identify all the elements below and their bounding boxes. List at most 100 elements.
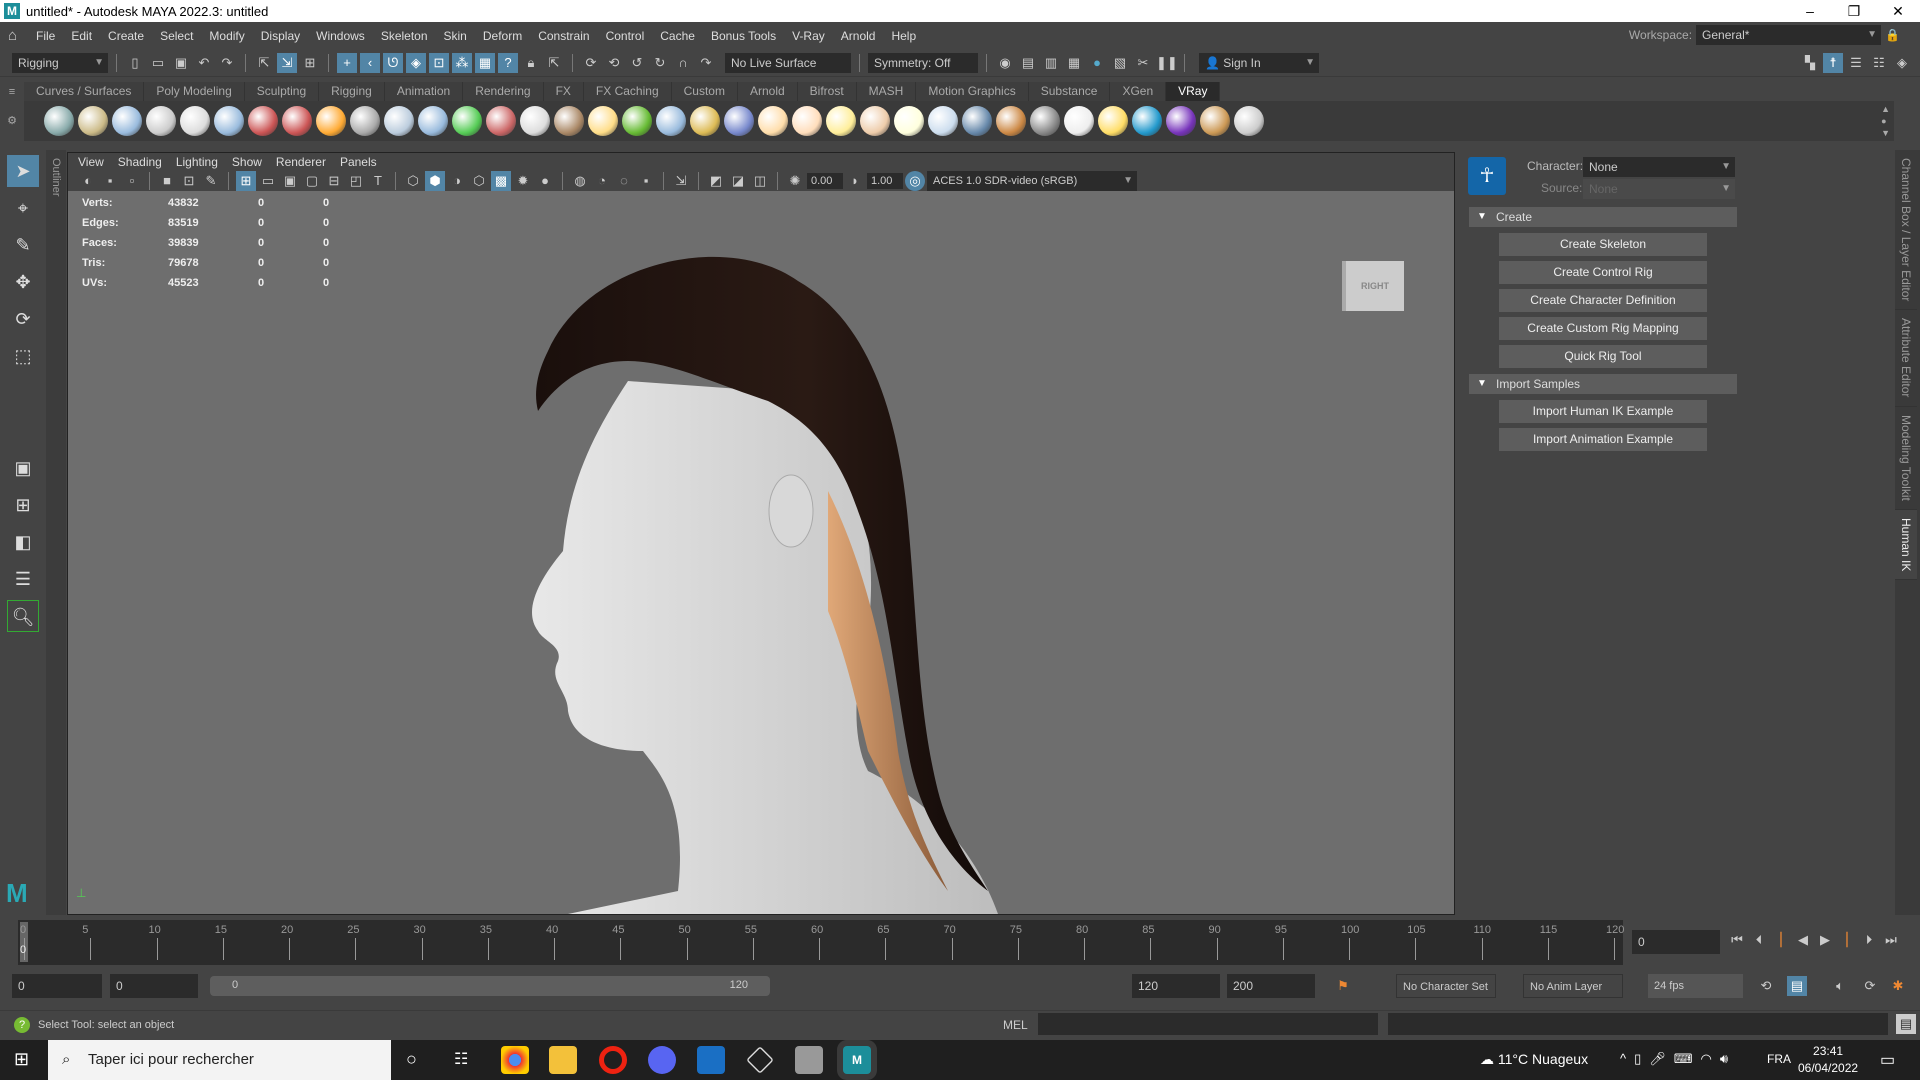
menu-constrain[interactable]: Constrain: [530, 29, 597, 43]
xray-active-icon[interactable]: ◫: [750, 171, 770, 191]
shelf-tool-icon[interactable]: [418, 106, 448, 136]
animation-end-field[interactable]: 200: [1227, 974, 1315, 998]
menu-bonus-tools[interactable]: Bonus Tools: [703, 29, 784, 43]
panel-menu-panels[interactable]: Panels: [340, 155, 377, 169]
select-object-icon[interactable]: ⇲: [277, 52, 297, 73]
shelf-tool-icon[interactable]: [452, 106, 482, 136]
menu-windows[interactable]: Windows: [308, 29, 373, 43]
field-chart-icon[interactable]: ⊟: [324, 171, 344, 191]
wireframe-on-shaded-icon[interactable]: ⬡: [469, 171, 489, 191]
windows-start-icon[interactable]: ⊞: [14, 1049, 29, 1070]
construction-history-icon[interactable]: ↻: [650, 53, 670, 73]
render-setup-icon[interactable]: ▧: [1110, 53, 1130, 73]
single-perspective-layout-icon[interactable]: ▣: [7, 452, 39, 484]
close-button[interactable]: ✕: [1876, 0, 1920, 22]
panel-menu-view[interactable]: View: [78, 155, 104, 169]
exposure-icon[interactable]: ✺: [785, 171, 805, 191]
wireframe-icon[interactable]: ⬡: [403, 171, 423, 191]
scale-tool-icon[interactable]: ⬚: [7, 340, 39, 372]
minimize-button[interactable]: –: [1788, 0, 1832, 22]
chrome-icon[interactable]: [501, 1046, 529, 1074]
system-tray-icons[interactable]: ^▯🎤︎⌨◠🔊︎: [1620, 1051, 1736, 1067]
open-scene-icon[interactable]: ▭: [148, 53, 168, 73]
help-snap-icon[interactable]: ?: [498, 52, 518, 73]
menu-cache[interactable]: Cache: [652, 29, 703, 43]
xray-icon[interactable]: ◩: [706, 171, 726, 191]
shelf-tool-icon[interactable]: [588, 106, 618, 136]
snap-view-plane-icon[interactable]: ◈: [406, 52, 426, 73]
weather-widget[interactable]: ☁ 11°C Nuageux: [1480, 1051, 1588, 1068]
menu-arnold[interactable]: Arnold: [833, 29, 884, 43]
shelf-tool-icon[interactable]: [928, 106, 958, 136]
shelf-tab-curves-surfaces[interactable]: Curves / Surfaces: [24, 82, 145, 101]
human-ik-icon[interactable]: ☨: [1823, 52, 1843, 73]
camera-attributes-icon[interactable]: ▪: [100, 171, 120, 191]
rotate-snap-icon[interactable]: ↷: [696, 53, 716, 73]
sound-icon[interactable]: 🔈︎: [1830, 976, 1850, 996]
menu-control[interactable]: Control: [598, 29, 653, 43]
lasso-tool-icon[interactable]: ⌖: [7, 192, 39, 224]
step-back-frame-icon[interactable]: ⎮: [1771, 930, 1791, 950]
shelf-tool-icon[interactable]: [350, 106, 380, 136]
sign-in-dropdown[interactable]: 👤 Sign In ▼: [1199, 52, 1319, 73]
side-tab-channel-box-layer-editor[interactable]: Channel Box / Layer Editor: [1895, 150, 1917, 311]
shelf-tool-icon[interactable]: [656, 106, 686, 136]
viewport-3d[interactable]: Verts: 43832 0 0 Edges: 83519 0 0 Faces: 39839 0 0 T…: [68, 191, 1454, 914]
render-frame-icon[interactable]: ▤: [1018, 53, 1038, 73]
shelf-tool-icon[interactable]: [1098, 106, 1128, 136]
grease-pencil-icon[interactable]: ✎: [201, 171, 221, 191]
gamma-icon[interactable]: ◗: [845, 171, 865, 191]
shelf-tool-icon[interactable]: [962, 106, 992, 136]
play-forwards-icon[interactable]: ▶: [1815, 930, 1835, 950]
menu-deform[interactable]: Deform: [475, 29, 530, 43]
shelf-menu-icon[interactable]: ≡: [0, 86, 24, 98]
playback-end-field[interactable]: 120: [1132, 974, 1220, 998]
photos-icon[interactable]: [697, 1046, 725, 1074]
shelf-scroll[interactable]: ▲ ● ▼: [1881, 103, 1890, 139]
snap-surface-icon[interactable]: ⁂: [452, 52, 472, 73]
shelf-tab-rigging[interactable]: Rigging: [319, 82, 385, 101]
lock-selection-icon[interactable]: 🔒︎: [521, 53, 541, 73]
create-custom-rig-mapping-button[interactable]: Create Custom Rig Mapping: [1499, 317, 1707, 340]
menu-modify[interactable]: Modify: [201, 29, 252, 43]
panel-menu-renderer[interactable]: Renderer: [276, 155, 326, 169]
bookmark-icon[interactable]: ▫: [122, 171, 142, 191]
script-editor-icon[interactable]: ▤: [1896, 1014, 1916, 1034]
shelf-tab-xgen[interactable]: XGen: [1110, 82, 1167, 101]
camera-select-icon[interactable]: ◐: [78, 171, 98, 191]
anim-layer-dropdown[interactable]: No Anim Layer: [1523, 974, 1623, 998]
color-management-toggle-icon[interactable]: ◎: [905, 171, 925, 191]
magnet-icon[interactable]: ∩: [673, 53, 693, 73]
tool-settings-icon[interactable]: ☷: [1869, 53, 1889, 73]
motion-blur-icon[interactable]: ◔: [592, 171, 612, 191]
highlight-selection-icon[interactable]: ⇱: [544, 53, 564, 73]
shelf-tool-icon[interactable]: [248, 106, 278, 136]
depth-of-field-icon[interactable]: ▪: [636, 171, 656, 191]
gate-mask-icon[interactable]: ▢: [302, 171, 322, 191]
shelf-tab-vray[interactable]: VRay: [1166, 82, 1221, 101]
maya-taskbar-icon[interactable]: M: [843, 1046, 871, 1074]
input-language[interactable]: FRA: [1767, 1052, 1791, 1066]
restore-button[interactable]: ❐: [1832, 0, 1876, 22]
snap-grid-icon[interactable]: +: [337, 52, 357, 73]
opera-icon[interactable]: [599, 1046, 627, 1074]
pause-viewport-icon[interactable]: ❚❚: [1156, 53, 1178, 73]
shelf-tab-custom[interactable]: Custom: [671, 82, 738, 101]
shelf-tab-mash[interactable]: MASH: [856, 82, 917, 101]
select-hierarchy-icon[interactable]: ⇱: [254, 53, 274, 73]
shelf-tool-icon[interactable]: [1166, 106, 1196, 136]
screen-space-ao-icon[interactable]: ◍: [570, 171, 590, 191]
panel-menu-lighting[interactable]: Lighting: [176, 155, 218, 169]
paint-select-tool-icon[interactable]: ✎: [7, 229, 39, 261]
shelf-tab-fx-caching[interactable]: FX Caching: [583, 82, 672, 101]
shelf-tool-icon[interactable]: [690, 106, 720, 136]
twod-pan-zoom-icon[interactable]: ⊡: [179, 171, 199, 191]
panel-menu-shading[interactable]: Shading: [118, 155, 162, 169]
live-surface-field[interactable]: No Live Surface: [725, 52, 851, 73]
safe-title-icon[interactable]: T: [368, 171, 388, 191]
shelf-tool-icon[interactable]: [622, 106, 652, 136]
resolution-gate-icon[interactable]: ▣: [280, 171, 300, 191]
shelf-tool-icon[interactable]: [214, 106, 244, 136]
shelf-tab-motion-graphics[interactable]: Motion Graphics: [916, 82, 1029, 101]
view-cube[interactable]: RIGHT: [1346, 261, 1404, 311]
